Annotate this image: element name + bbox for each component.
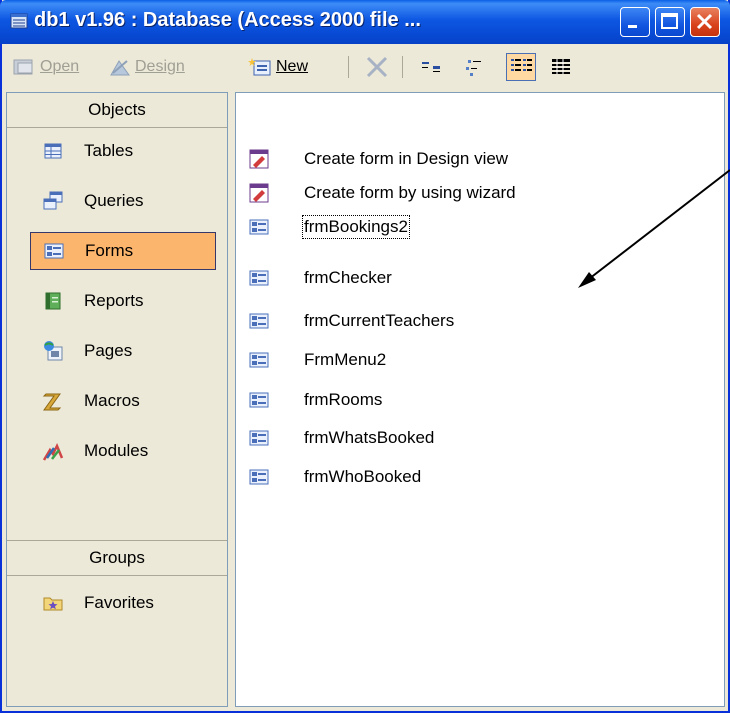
minimize-button[interactable]	[620, 7, 650, 37]
delete-button[interactable]	[362, 53, 392, 81]
table-icon	[44, 143, 62, 159]
database-window-icon	[10, 13, 28, 29]
module-icon	[42, 442, 64, 461]
close-button[interactable]	[690, 7, 720, 37]
form-icon	[249, 469, 269, 485]
list-item-label: frmBookings2	[302, 215, 410, 239]
list-item-label: frmWhoBooked	[304, 467, 422, 486]
design-button[interactable]: Design	[109, 55, 185, 79]
maximize-button[interactable]	[655, 7, 685, 37]
delete-x-icon	[366, 56, 388, 78]
database-toolbar: Open Design New	[2, 44, 728, 90]
minimize-icon	[628, 25, 637, 28]
object-item-label: Forms	[85, 241, 134, 260]
list-item-label: FrmMenu2	[304, 350, 387, 369]
object-item-tables[interactable]: Tables	[30, 132, 218, 170]
list-view-icon	[511, 59, 532, 71]
page-icon	[44, 341, 63, 361]
maximize-icon	[661, 13, 678, 29]
macro-icon	[42, 393, 62, 411]
list-item-label: Create form by using wizard	[304, 183, 516, 202]
form-icon	[249, 313, 269, 329]
report-icon	[45, 292, 61, 310]
form-icon	[249, 270, 269, 286]
object-item-label: Macros	[84, 391, 140, 410]
list-view-button[interactable]	[506, 53, 536, 81]
forms-list-pane: Create form in Design view Create form b…	[235, 92, 725, 707]
new-button[interactable]: New	[248, 55, 308, 79]
list-item-form[interactable]: frmWhatsBooked	[248, 421, 434, 455]
object-item-label: Modules	[84, 441, 149, 460]
object-item-label: Tables	[84, 141, 134, 160]
design-label: Design	[135, 58, 185, 75]
list-item-form[interactable]: FrmMenu2	[248, 343, 386, 377]
window-title: db1 v1.96 : Database (Access 2000 file .…	[34, 9, 421, 31]
form-icon	[249, 352, 269, 368]
objects-bar: Objects Tables Queries Forms Reports Pag…	[6, 92, 228, 707]
list-item-label: frmChecker	[304, 268, 392, 287]
open-label: Open	[40, 58, 80, 75]
group-item-favorites[interactable]: Favorites	[30, 584, 218, 622]
list-item-form[interactable]: frmBookings2	[248, 210, 410, 244]
large-icons-view-button[interactable]	[416, 53, 446, 81]
list-item-form[interactable]: frmChecker	[248, 261, 392, 295]
object-item-label: Reports	[84, 291, 144, 310]
list-item-create-design[interactable]: Create form in Design view	[248, 142, 508, 176]
new-label: New	[276, 58, 309, 75]
groups-header[interactable]: Groups	[7, 540, 227, 576]
form-icon	[249, 392, 269, 408]
new-icon	[248, 58, 271, 76]
object-item-macros[interactable]: Macros	[30, 382, 218, 420]
design-icon	[110, 60, 130, 76]
wizard-shortcut-icon	[249, 183, 269, 203]
small-icons-view-icon	[466, 60, 481, 76]
object-item-forms[interactable]: Forms	[30, 232, 216, 270]
close-icon	[696, 13, 713, 30]
details-view-button[interactable]	[546, 53, 576, 81]
object-item-queries[interactable]: Queries	[30, 182, 218, 220]
details-view-icon	[552, 59, 570, 74]
title-bar[interactable]: db1 v1.96 : Database (Access 2000 file .…	[0, 0, 730, 44]
list-item-form[interactable]: frmCurrentTeachers	[248, 304, 454, 338]
list-item-label: frmWhatsBooked	[304, 428, 435, 447]
list-item-label: frmRooms	[304, 390, 383, 409]
list-item-form[interactable]: frmWhoBooked	[248, 460, 421, 494]
database-window: db1 v1.96 : Database (Access 2000 file .…	[0, 0, 730, 713]
toolbar-separator	[402, 56, 403, 78]
query-icon	[43, 191, 63, 210]
form-icon	[249, 430, 269, 446]
open-icon	[13, 59, 33, 75]
groups-header-label: Groups	[89, 548, 145, 567]
large-icons-view-icon	[422, 62, 440, 72]
object-item-reports[interactable]: Reports	[30, 282, 218, 320]
favorites-folder-icon	[43, 597, 63, 611]
toolbar-separator	[348, 56, 349, 78]
design-view-shortcut-icon	[249, 149, 269, 169]
object-item-pages[interactable]: Pages	[30, 332, 218, 370]
small-icons-view-button[interactable]	[460, 53, 490, 81]
object-item-modules[interactable]: Modules	[30, 432, 218, 470]
object-item-label: Pages	[84, 341, 133, 360]
list-item-label: Create form in Design view	[304, 149, 509, 168]
open-button[interactable]: Open	[12, 55, 79, 79]
form-icon	[249, 219, 269, 235]
list-item-label: frmCurrentTeachers	[304, 311, 455, 330]
list-item-form[interactable]: frmRooms	[248, 383, 382, 417]
list-item-create-wizard[interactable]: Create form by using wizard	[248, 176, 516, 210]
object-item-label: Favorites	[84, 593, 154, 612]
object-item-label: Queries	[84, 191, 144, 210]
form-icon	[44, 243, 64, 259]
objects-header-label: Objects	[88, 100, 146, 119]
objects-header[interactable]: Objects	[7, 93, 227, 128]
